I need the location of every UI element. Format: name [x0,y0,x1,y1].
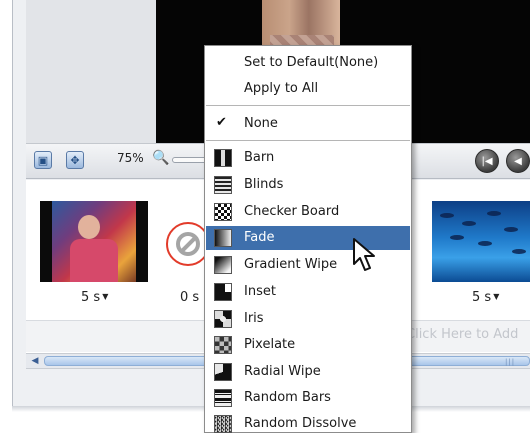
menu-item-label: Checker Board [244,204,340,219]
menu-item-apply-to-all[interactable]: Apply to All [206,77,410,101]
pixelate-icon [214,336,232,354]
fit-to-window-icon[interactable]: ▣ [34,151,52,169]
clip-1-person-body [70,239,118,282]
menu-item-checker-board[interactable]: Checker Board [206,200,410,224]
fish-shape [450,235,464,240]
menu-item-label: None [244,116,278,131]
zoom-level: 75% [117,151,144,165]
menu-item-radial-wipe[interactable]: Radial Wipe [206,360,410,384]
clip-thumbnail-1[interactable] [40,201,148,282]
inset-icon [214,283,232,301]
blinds-icon [214,176,232,194]
clip-1-duration-text: 5 s [81,290,101,305]
menu-item-label: Random Bars [244,390,331,405]
fish-shape [462,221,476,226]
scroll-grip-icon: ||| [505,358,516,366]
barn-icon [214,149,232,167]
menu-item-random-dissolve[interactable]: Random Dissolve [206,412,410,433]
fish-shape [487,211,501,216]
mouse-pointer-icon [353,238,375,271]
gradient-wipe-icon [214,256,232,274]
menu-item-set-default[interactable]: Set to Default(None) [206,51,410,75]
dropdown-arrow-icon: ▼ [102,292,109,301]
radial-wipe-icon [214,363,232,381]
fish-shape [504,227,518,232]
random-dissolve-icon [214,415,232,433]
menu-separator [206,140,410,141]
checkmark-icon: ✔ [216,115,227,130]
fade-icon [214,229,232,247]
menu-item-pixelate[interactable]: Pixelate [206,333,410,357]
menu-item-barn[interactable]: Barn [206,146,410,170]
clip-2-duration-text: 5 s [472,290,492,305]
dropdown-arrow-icon: ▼ [493,292,500,301]
menu-item-inset[interactable]: Inset [206,280,410,304]
menu-item-none[interactable]: ✔ None [206,112,410,136]
menu-item-label: Barn [244,150,275,165]
menu-item-label: Blinds [244,177,284,192]
go-to-start-icon[interactable]: |◀ [475,149,499,173]
menu-item-blinds[interactable]: Blinds [206,173,410,197]
transition-duration[interactable]: 0 s [180,290,199,305]
menu-item-label: Inset [244,284,276,299]
magnifier-zoom-out-icon[interactable]: 🔍 [152,150,169,166]
menu-item-gradient-wipe[interactable]: Gradient Wipe [206,253,410,277]
menu-item-label: Radial Wipe [244,364,321,379]
clip-2-duration[interactable]: 5 s ▼ [472,290,499,305]
fish-shape [440,213,454,218]
iris-icon [214,310,232,328]
menu-item-label: Apply to All [244,81,319,96]
menu-item-label: Fade [244,230,275,245]
actual-size-icon[interactable]: ✥ [66,151,84,169]
fish-shape [478,241,492,246]
step-back-icon[interactable]: ◀ [506,149,530,173]
menu-item-fade[interactable]: Fade [206,226,410,250]
menu-item-label: Iris [244,311,264,326]
menu-item-random-bars[interactable]: Random Bars [206,386,410,410]
no-transition-icon [176,232,200,256]
menu-item-label: Random Dissolve [244,416,357,431]
menu-item-label: Pixelate [244,337,296,352]
clip-thumbnail-2[interactable] [432,201,530,282]
side-panel [26,0,156,148]
menu-item-label: Gradient Wipe [244,257,338,272]
random-bars-icon [214,389,232,407]
transition-duration-text: 0 s [180,290,200,305]
transition-context-menu: Set to Default(None) Apply to All ✔ None… [204,45,412,433]
menu-item-label: Set to Default(None) [244,55,379,70]
clip-1-duration[interactable]: 5 s ▼ [81,290,108,305]
fish-shape [512,249,526,254]
menu-item-iris[interactable]: Iris [206,307,410,331]
add-clip-hint[interactable]: Click Here to Add [406,327,518,342]
menu-separator [206,105,410,106]
scroll-left-arrow-icon[interactable]: ◀ [28,355,42,367]
checker-board-icon [214,203,232,221]
clip-1-person-face [78,215,100,239]
